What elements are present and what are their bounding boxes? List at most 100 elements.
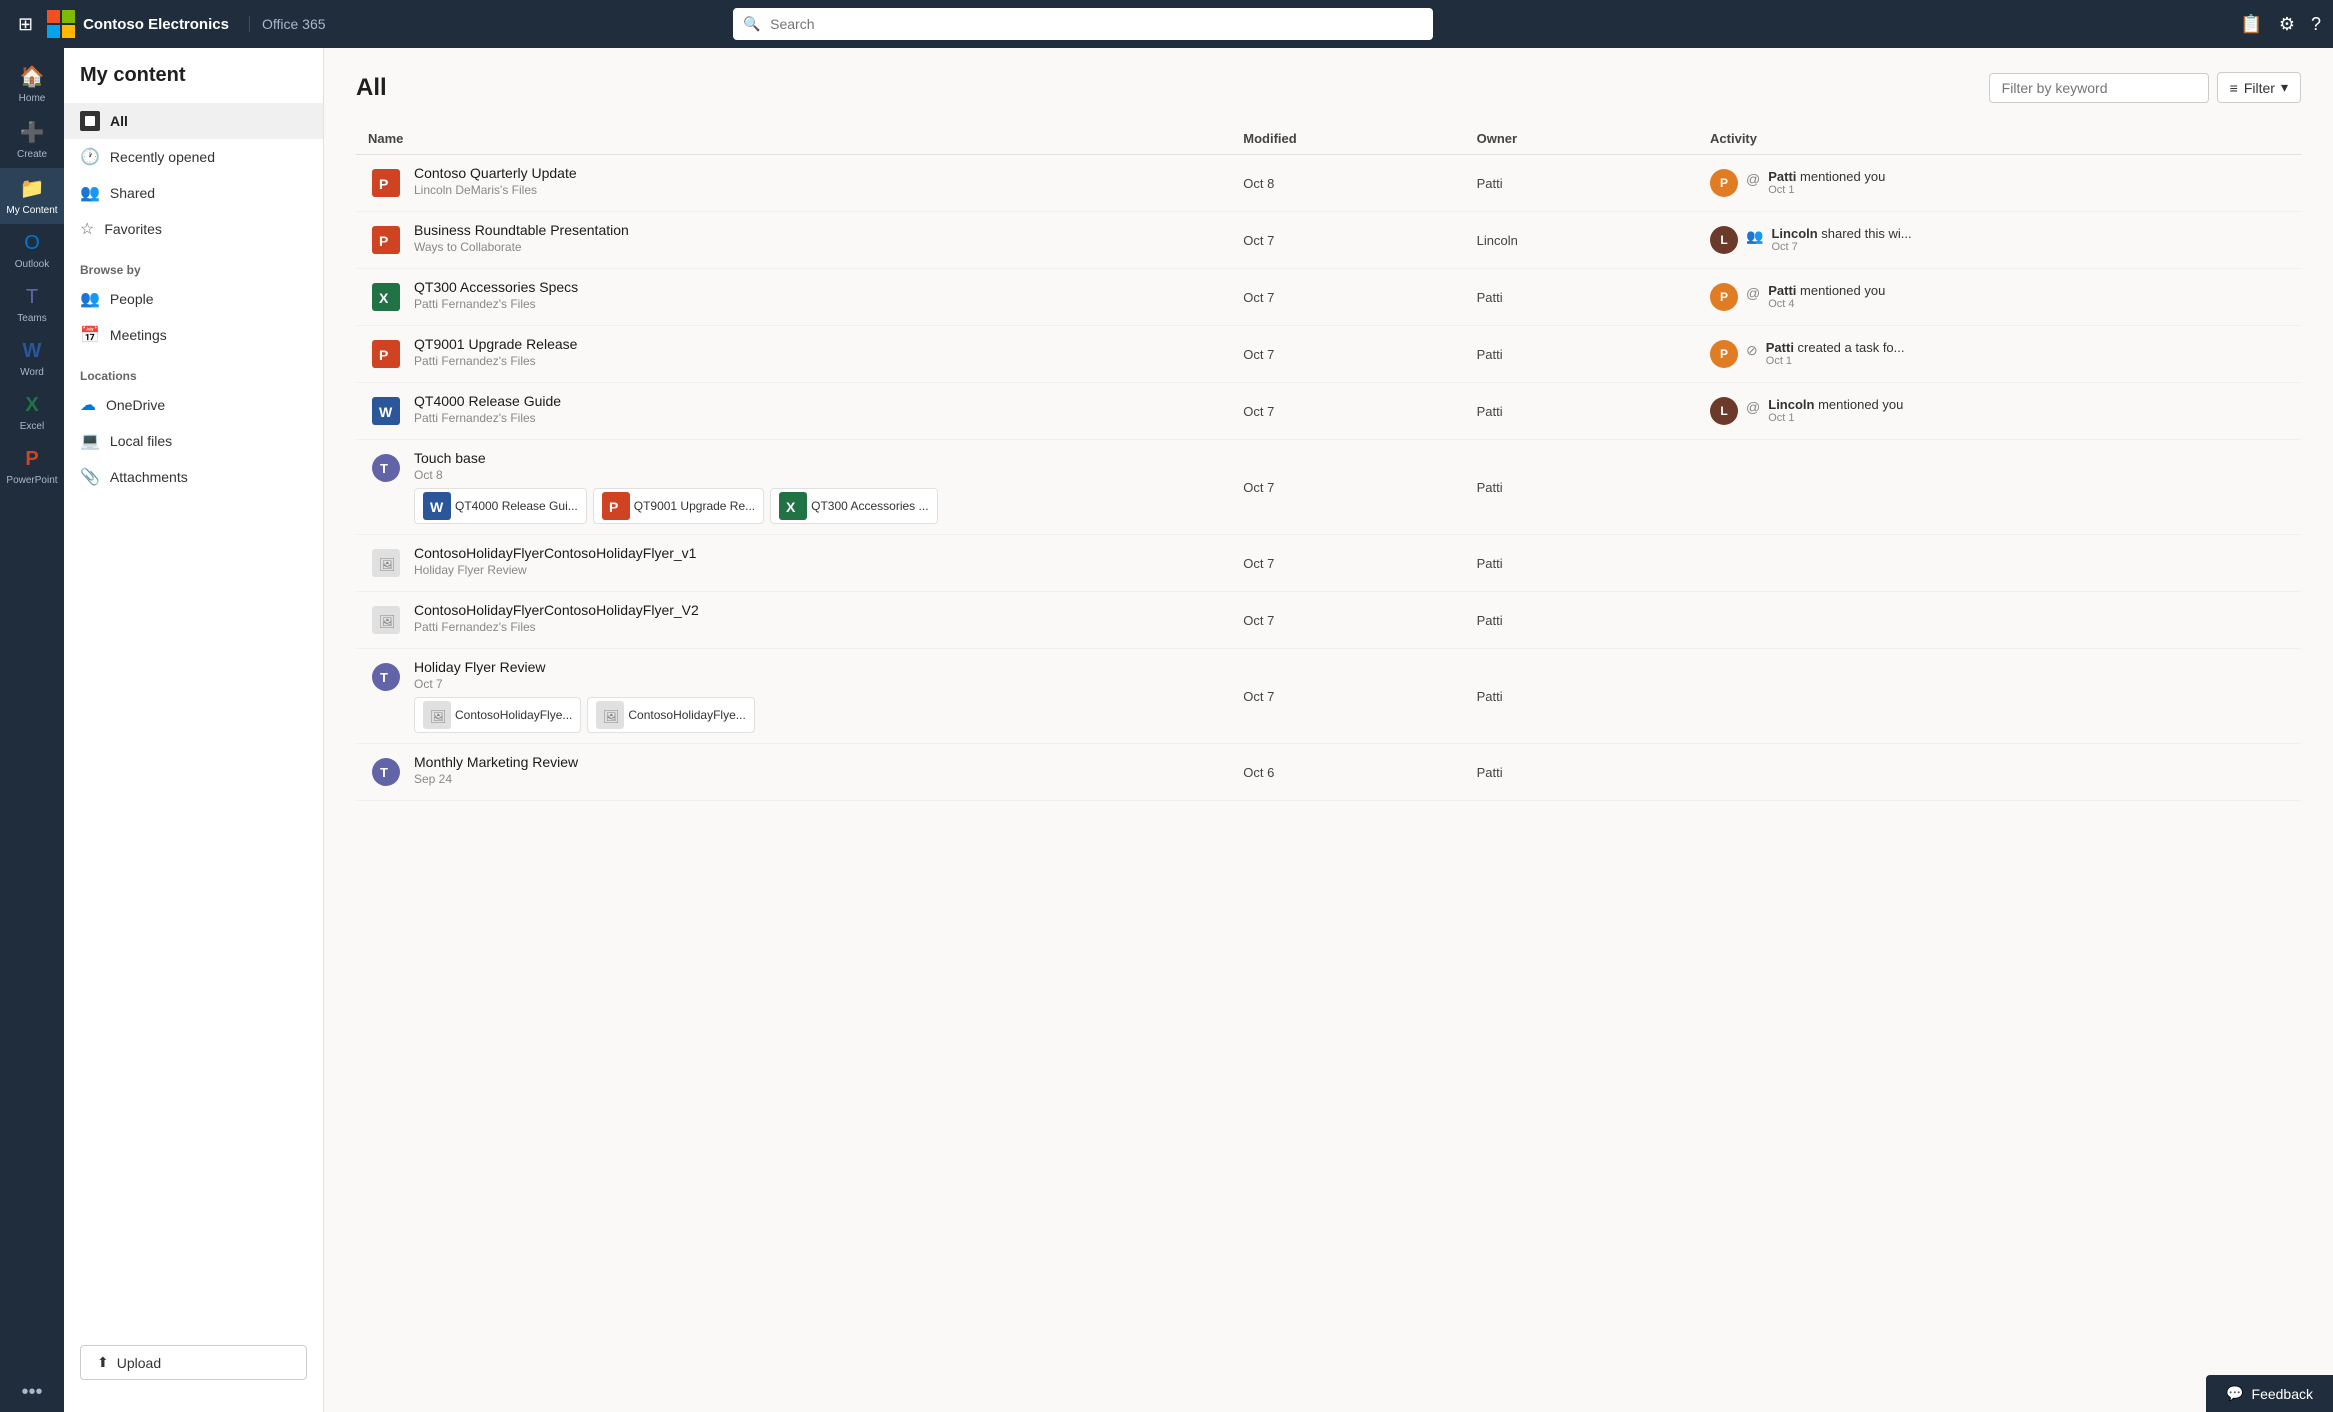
file-name-info: Business Roundtable Presentation Ways to… bbox=[414, 222, 629, 254]
rail-item-excel[interactable]: X Excel bbox=[0, 386, 64, 440]
svg-text:T: T bbox=[380, 670, 388, 685]
feedback-button[interactable]: 💬 Feedback bbox=[2206, 1375, 2333, 1412]
rail-item-home[interactable]: 🏠 Home bbox=[0, 56, 64, 112]
file-owner-cell: Patti bbox=[1465, 155, 1698, 212]
file-subtitle: Oct 8 bbox=[414, 468, 938, 482]
file-chip[interactable]: 🖼 ContosoHolidayFlye... bbox=[587, 697, 754, 733]
activity-cell: L @ Lincoln mentioned you Oct 1 bbox=[1710, 397, 2289, 425]
rail-item-mycontent[interactable]: 📁 My Content bbox=[0, 168, 64, 224]
table-row[interactable]: X QT300 Accessories Specs Patti Fernande… bbox=[356, 269, 2301, 326]
svg-text:P: P bbox=[379, 347, 388, 363]
file-chip[interactable]: 🖼 ContosoHolidayFlye... bbox=[414, 697, 581, 733]
rail-item-outlook[interactable]: O Outlook bbox=[0, 224, 64, 278]
col-modified: Modified bbox=[1231, 123, 1464, 155]
rail-item-teams[interactable]: T Teams bbox=[0, 278, 64, 332]
sidebar-item-onedrive[interactable]: ☁ OneDrive bbox=[64, 387, 323, 423]
file-name-cell: T Holiday Flyer Review Oct 7 🖼 ContosoHo… bbox=[356, 649, 1231, 744]
table-row[interactable]: W QT4000 Release Guide Patti Fernandez's… bbox=[356, 383, 2301, 440]
table-row[interactable]: 🖼 ContosoHolidayFlyerContosoHolidayFlyer… bbox=[356, 535, 2301, 592]
upload-button[interactable]: ⬆ Upload bbox=[80, 1345, 307, 1380]
file-activity-cell: L 👥 Lincoln shared this wi... Oct 7 bbox=[1698, 212, 2301, 269]
sidebar-item-favorites[interactable]: ☆ Favorites bbox=[64, 211, 323, 247]
file-owner: Patti bbox=[1477, 556, 1503, 571]
file-subtitle: Sep 24 bbox=[414, 772, 578, 786]
file-name-cell: T Monthly Marketing Review Sep 24 bbox=[356, 744, 1231, 801]
file-chip[interactable]: P QT9001 Upgrade Re... bbox=[593, 488, 764, 524]
filter-keyword-input[interactable] bbox=[1989, 73, 2209, 103]
file-chip[interactable]: X QT300 Accessories ... bbox=[770, 488, 937, 524]
browse-by-header: Browse by bbox=[64, 247, 323, 281]
file-modified: Oct 7 bbox=[1243, 404, 1274, 419]
create-icon: ➕ bbox=[20, 120, 45, 145]
file-chip[interactable]: W QT4000 Release Gui... bbox=[414, 488, 587, 524]
rail-label-create: Create bbox=[17, 149, 47, 160]
file-subtitle: Holiday Flyer Review bbox=[414, 563, 696, 577]
sidebar-item-all[interactable]: All bbox=[64, 103, 323, 139]
sidebar-item-recently-opened[interactable]: 🕐 Recently opened bbox=[64, 139, 323, 175]
file-owner: Patti bbox=[1477, 765, 1503, 780]
more-icon[interactable]: ••• bbox=[13, 1373, 50, 1412]
table-row[interactable]: P Business Roundtable Presentation Ways … bbox=[356, 212, 2301, 269]
file-icon: X bbox=[368, 279, 404, 315]
table-row[interactable]: P Contoso Quarterly Update Lincoln DeMar… bbox=[356, 155, 2301, 212]
file-chips: W QT4000 Release Gui... P QT9001 Upgrade… bbox=[414, 488, 938, 524]
app-body: 🏠 Home ➕ Create 📁 My Content O Outlook T… bbox=[0, 48, 2333, 1412]
file-activity-cell bbox=[1698, 649, 2301, 744]
file-subtitle: Oct 7 bbox=[414, 677, 755, 691]
file-modified: Oct 7 bbox=[1243, 556, 1274, 571]
activity-avatar: P bbox=[1710, 169, 1738, 197]
help-icon[interactable]: ? bbox=[2311, 14, 2321, 35]
sidebar-item-people[interactable]: 👥 People bbox=[64, 281, 323, 317]
activity-cell: P @ Patti mentioned you Oct 1 bbox=[1710, 169, 2289, 197]
filter-button[interactable]: ≡ Filter ▾ bbox=[2217, 72, 2301, 103]
app-logo[interactable]: Contoso Electronics bbox=[47, 10, 229, 38]
table-row[interactable]: T Touch base Oct 8 W QT4000 Release Gui.… bbox=[356, 440, 2301, 535]
sidebar-meetings-label: Meetings bbox=[110, 327, 167, 343]
file-subtitle: Patti Fernandez's Files bbox=[414, 354, 577, 368]
activity-text: Patti created a task fo... Oct 1 bbox=[1766, 340, 1905, 367]
file-chip-label: ContosoHolidayFlye... bbox=[455, 708, 572, 722]
sidebar-item-meetings[interactable]: 📅 Meetings bbox=[64, 317, 323, 353]
top-nav: ⊞ Contoso Electronics Office 365 🔍 📋 ⚙ ? bbox=[0, 0, 2333, 48]
attachments-icon: 📎 bbox=[80, 467, 100, 487]
activity-date: Oct 1 bbox=[1768, 412, 1903, 424]
table-row[interactable]: 🖼 ContosoHolidayFlyerContosoHolidayFlyer… bbox=[356, 592, 2301, 649]
search-input[interactable] bbox=[733, 8, 1433, 40]
file-name-cell: P Business Roundtable Presentation Ways … bbox=[356, 212, 1231, 269]
activity-date: Oct 1 bbox=[1768, 184, 1885, 196]
table-row[interactable]: T Holiday Flyer Review Oct 7 🖼 ContosoHo… bbox=[356, 649, 2301, 744]
table-row[interactable]: P QT9001 Upgrade Release Patti Fernandez… bbox=[356, 326, 2301, 383]
file-chip-label: QT4000 Release Gui... bbox=[455, 499, 578, 513]
rail-item-powerpoint[interactable]: P PowerPoint bbox=[0, 440, 64, 494]
settings-icon[interactable]: ⚙ bbox=[2279, 14, 2295, 35]
file-owner: Patti bbox=[1477, 347, 1503, 362]
sidebar-item-attachments[interactable]: 📎 Attachments bbox=[64, 459, 323, 495]
file-name-info: QT300 Accessories Specs Patti Fernandez'… bbox=[414, 279, 578, 311]
svg-text:P: P bbox=[379, 176, 388, 192]
rail-item-create[interactable]: ➕ Create bbox=[0, 112, 64, 168]
file-owner-cell: Patti bbox=[1465, 649, 1698, 744]
file-modified: Oct 7 bbox=[1243, 480, 1274, 495]
sidebar-item-local-files[interactable]: 💻 Local files bbox=[64, 423, 323, 459]
rail-label-outlook: Outlook bbox=[15, 259, 49, 270]
svg-text:🖼: 🖼 bbox=[379, 557, 396, 572]
file-name-cell: W QT4000 Release Guide Patti Fernandez's… bbox=[356, 383, 1231, 440]
file-name-cell: X QT300 Accessories Specs Patti Fernande… bbox=[356, 269, 1231, 326]
file-owner-cell: Patti bbox=[1465, 383, 1698, 440]
file-name-info: QT9001 Upgrade Release Patti Fernandez's… bbox=[414, 336, 577, 368]
rail-label-word: Word bbox=[20, 367, 44, 378]
file-modified-cell: Oct 7 bbox=[1231, 592, 1464, 649]
table-row[interactable]: T Monthly Marketing Review Sep 24 Oct 6 … bbox=[356, 744, 2301, 801]
file-title: QT4000 Release Guide bbox=[414, 393, 561, 409]
rail-label-teams: Teams bbox=[17, 313, 46, 324]
feedback-icon[interactable]: 📋 bbox=[2240, 14, 2262, 35]
file-title: Touch base bbox=[414, 450, 938, 466]
sidebar-item-shared[interactable]: 👥 Shared bbox=[64, 175, 323, 211]
svg-text:🖼: 🖼 bbox=[430, 709, 447, 724]
rail-item-word[interactable]: W Word bbox=[0, 332, 64, 386]
teams-icon: T bbox=[26, 286, 38, 309]
grid-icon[interactable]: ⊞ bbox=[12, 8, 39, 41]
file-subtitle: Patti Fernandez's Files bbox=[414, 411, 561, 425]
word-icon: W bbox=[23, 340, 42, 363]
activity-description: Lincoln mentioned you bbox=[1768, 397, 1903, 412]
